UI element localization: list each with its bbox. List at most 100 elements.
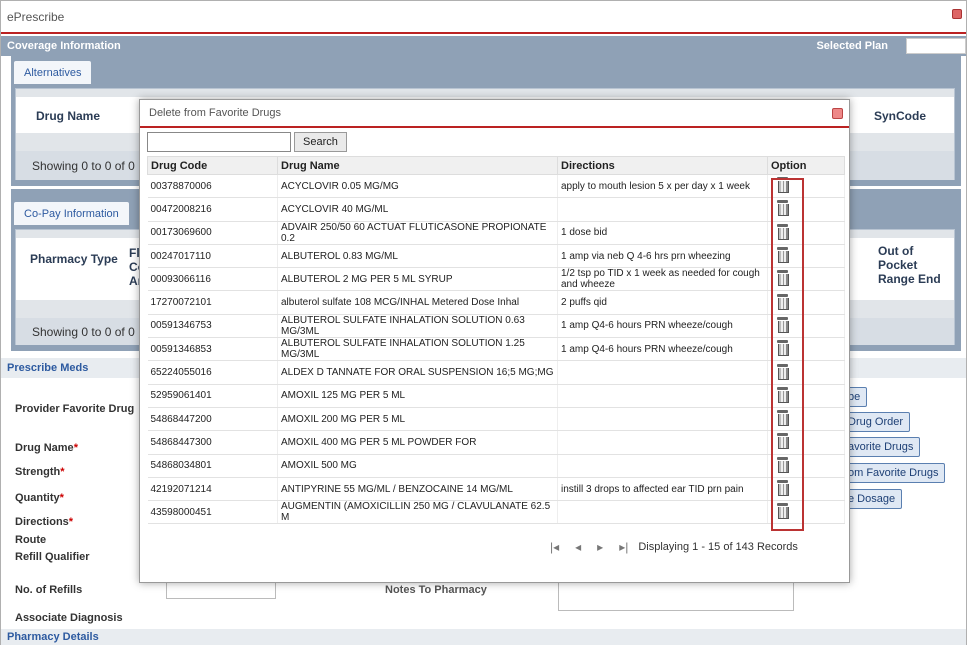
window-titlebar: ePrescribe: [1, 1, 966, 34]
option-column-highlight: [771, 178, 804, 531]
tab-alternatives[interactable]: Alternatives: [13, 60, 93, 84]
directions-cell: instill 3 drops to affected ear TID prn …: [557, 477, 768, 502]
drug-name-cell: ALBUTEROL 2 MG PER 5 ML SYRUP: [277, 267, 558, 292]
quantity-label: Quantity*: [15, 492, 64, 504]
provider-favorite-label: Provider Favorite Drug: [15, 403, 135, 415]
col-pharmacy-type: Pharmacy Type: [30, 252, 118, 266]
directions-cell: 2 puffs qid: [557, 290, 768, 315]
drug-code-cell: 42192071214: [147, 477, 278, 502]
table-header-row: Drug Code Drug Name Directions Option: [147, 156, 845, 175]
search-row: Search: [147, 132, 347, 152]
drug-code-cell: 00378870006: [147, 174, 278, 199]
drug-name-cell: AMOXIL 400 MG PER 5 ML POWDER FOR: [277, 430, 558, 455]
dosage-button[interactable]: e Dosage: [841, 489, 903, 509]
delete-from-favorite-button[interactable]: om Favorite Drugs: [841, 463, 946, 483]
table-row: 00173069600 ADVAIR 250/50 60 ACTUAT FLUTI…: [147, 221, 845, 245]
directions-cell: [557, 430, 768, 455]
selected-plan-dropdown[interactable]: [906, 38, 966, 54]
directions-cell: 1 amp Q4-6 hours PRN wheeze/cough: [557, 314, 768, 339]
add-favorite-drugs-button[interactable]: avorite Drugs: [841, 437, 921, 457]
drug-name-label: Drug Name*: [15, 442, 78, 454]
tab-copay[interactable]: Co-Pay Information: [13, 201, 130, 225]
table-row: 00093066116 ALBUTEROL 2 MG PER 5 ML SYRUP…: [147, 267, 845, 292]
directions-cell: 1 dose bid: [557, 221, 768, 245]
drug-code-cell: 54868447300: [147, 430, 278, 455]
notes-pharmacy-label: Notes To Pharmacy: [385, 584, 487, 596]
refill-qualifier-label: Refill Qualifier: [15, 551, 90, 563]
alternatives-showing: Showing 0 to 0 of 0: [32, 159, 135, 173]
table-row: 43598000451 AUGMENTIN (AMOXICILLIN 250 MG…: [147, 500, 845, 525]
directions-cell: 1 amp Q4-6 hours PRN wheeze/cough: [557, 337, 768, 362]
drug-code-cell: 54868447200: [147, 407, 278, 432]
col-directions: Directions: [557, 156, 768, 175]
no-refills-label: No. of Refills: [15, 584, 83, 596]
drug-code-cell: 00173069600: [147, 221, 278, 245]
drug-code-cell: 00093066116: [147, 267, 278, 292]
directions-cell: apply to mouth lesion 5 x per day x 1 we…: [557, 174, 768, 199]
drug-name-cell: ALDEX D TANNATE FOR ORAL SUSPENSION 16;5…: [277, 360, 558, 385]
next-page-icon[interactable]: ▸: [597, 540, 603, 554]
drug-order-button[interactable]: Drug Order: [841, 412, 911, 432]
refills-input[interactable]: [166, 581, 276, 599]
first-page-icon[interactable]: |◂: [550, 540, 559, 554]
drug-name-cell: ADVAIR 250/50 60 ACTUAT FLUTICASONE PROP…: [277, 221, 558, 245]
table-row: 54868447200 AMOXIL 200 MG PER 5 ML: [147, 407, 845, 432]
search-button[interactable]: Search: [294, 132, 347, 152]
close-icon[interactable]: [952, 9, 962, 19]
dialog-titlebar: Delete from Favorite Drugs: [140, 100, 849, 128]
last-page-icon[interactable]: ▸|: [619, 540, 628, 554]
pharmacy-title: Pharmacy Details: [7, 631, 99, 643]
table-row: 00247017110 ALBUTEROL 0.83 MG/ML 1 amp via…: [147, 244, 845, 269]
pager-status: Displaying 1 - 15 of 143 Records: [638, 541, 798, 553]
drug-name-cell: AUGMENTIN (AMOXICILLIN 250 MG / CLAVULAN…: [277, 500, 558, 525]
directions-cell: [557, 384, 768, 408]
table-row: 42192071214 ANTIPYRINE 55 MG/ML / BENZOCA…: [147, 477, 845, 502]
pager: |◂ ◂ ▸ ▸| Displaying 1 - 15 of 143 Recor…: [550, 540, 798, 554]
table-row: 00378870006 ACYCLOVIR 0.05 MG/MG apply to …: [147, 174, 845, 199]
drug-code-cell: 00247017110: [147, 244, 278, 269]
prescribe-title: Prescribe Meds: [7, 362, 89, 374]
dialog-title: Delete from Favorite Drugs: [149, 107, 282, 119]
window-title: ePrescribe: [7, 9, 65, 24]
drug-name-cell: AMOXIL 500 MG: [277, 454, 558, 478]
table-row: 65224055016 ALDEX D TANNATE FOR ORAL SUSP…: [147, 360, 845, 385]
table-row: 00472008216 ACYCLOVIR 40 MG/ML: [147, 197, 845, 222]
drug-code-cell: 00591346753: [147, 314, 278, 339]
directions-cell: [557, 407, 768, 432]
drug-name-cell: ALBUTEROL SULFATE INHALATION SOLUTION 1.…: [277, 337, 558, 362]
coverage-section-header: Coverage Information Selected Plan: [1, 36, 966, 56]
col-drug-name: Drug Name: [36, 109, 101, 123]
col-syncode: SynCode: [874, 109, 927, 123]
prev-page-icon[interactable]: ◂: [575, 540, 581, 554]
directions-cell: [557, 500, 768, 525]
directions-cell: [557, 454, 768, 478]
table-row: 00591346753 ALBUTEROL SULFATE INHALATION …: [147, 314, 845, 339]
notes-pharmacy-textarea[interactable]: [558, 581, 794, 611]
table-row: 00591346853 ALBUTEROL SULFATE INHALATION …: [147, 337, 845, 362]
table-row: 54868034801 AMOXIL 500 MG: [147, 454, 845, 478]
drug-name-cell: AMOXIL 200 MG PER 5 ML: [277, 407, 558, 432]
favorite-drugs-table: Drug Code Drug Name Directions Option 00…: [147, 156, 845, 525]
col-drug-code: Drug Code: [147, 156, 278, 175]
table-row: 54868447300 AMOXIL 400 MG PER 5 ML POWDER…: [147, 430, 845, 455]
drug-name-cell: ACYCLOVIR 0.05 MG/MG: [277, 174, 558, 199]
coverage-title: Coverage Information: [7, 40, 121, 52]
drug-code-cell: 52959061401: [147, 384, 278, 408]
strength-label: Strength*: [15, 466, 65, 478]
directions-label: Directions*: [15, 516, 74, 528]
drug-code-cell: 43598000451: [147, 500, 278, 525]
selected-plan-label: Selected Plan: [816, 40, 888, 52]
close-icon[interactable]: [832, 108, 843, 119]
search-input[interactable]: [147, 132, 291, 152]
directions-cell: [557, 360, 768, 385]
drug-name-cell: ALBUTEROL SULFATE INHALATION SOLUTION 0.…: [277, 314, 558, 339]
drug-name-cell: albuterol sulfate 108 MCG/INHAL Metered …: [277, 290, 558, 315]
drug-name-cell: ANTIPYRINE 55 MG/ML / BENZOCAINE 14 MG/M…: [277, 477, 558, 502]
drug-code-cell: 00591346853: [147, 337, 278, 362]
drug-name-cell: AMOXIL 125 MG PER 5 ML: [277, 384, 558, 408]
route-label: Route: [15, 534, 47, 546]
directions-cell: 1/2 tsp po TID x 1 week as needed for co…: [557, 267, 768, 292]
drug-code-cell: 17270072101: [147, 290, 278, 315]
copay-showing: Showing 0 to 0 of 0: [32, 325, 135, 339]
pharmacy-section-header: Pharmacy Details: [1, 629, 966, 645]
